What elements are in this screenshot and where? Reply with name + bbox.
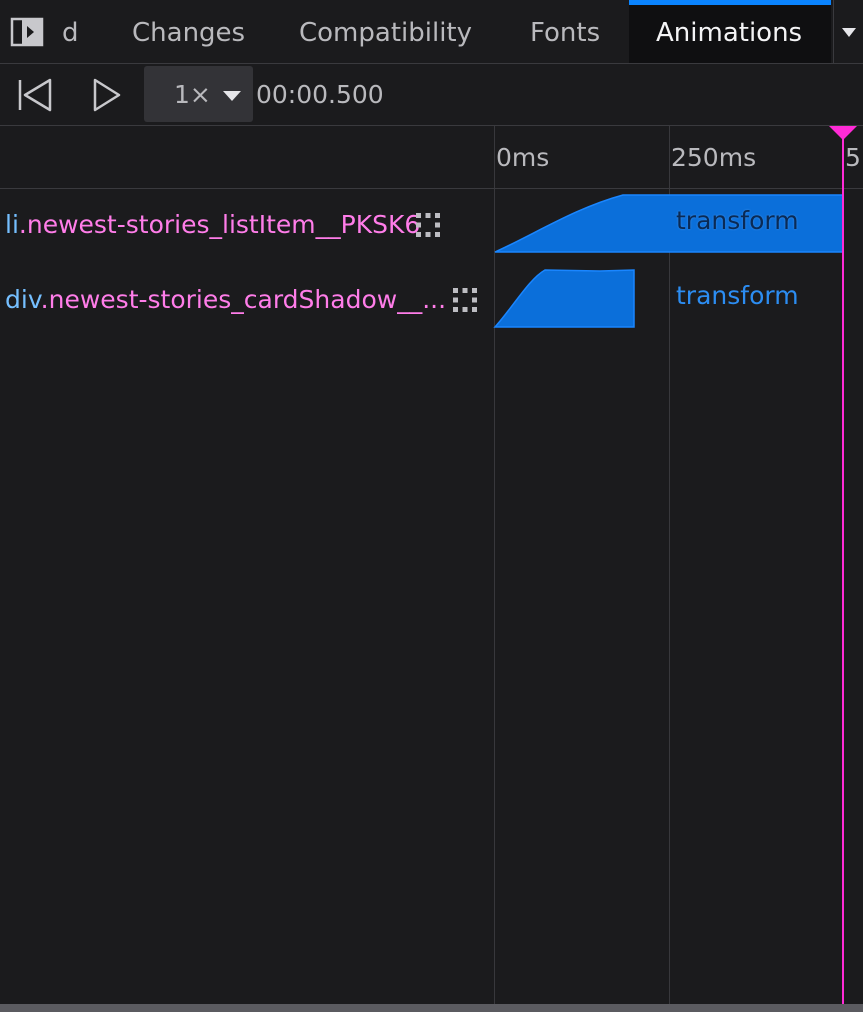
- tab-layout[interactable]: d: [62, 0, 79, 63]
- play-icon: [93, 78, 121, 112]
- devtools-tab-bar: d Changes Compatibility Fonts Animations: [0, 0, 863, 64]
- tab-changes[interactable]: Changes: [132, 0, 245, 63]
- playback-rate-value: 1×: [174, 80, 211, 109]
- rewind-button[interactable]: [17, 78, 53, 112]
- animation-row[interactable]: div.newest-stories_cardShadow__... trans…: [0, 263, 863, 338]
- horizontal-scrollbar[interactable]: [0, 1004, 863, 1012]
- chevron-down-icon: [223, 91, 241, 101]
- rewind-to-start-icon: [18, 78, 52, 112]
- animation-target[interactable]: li.newest-stories_listItem__PKSK6: [5, 188, 420, 262]
- chevron-down-icon: [842, 28, 856, 37]
- animation-target[interactable]: div.newest-stories_cardShadow__...: [5, 263, 446, 337]
- tab-fonts[interactable]: Fonts: [530, 0, 600, 63]
- animation-property-label: transform: [676, 281, 799, 310]
- timeline-scrubber[interactable]: [842, 134, 844, 1004]
- current-time-label: 00:00.500: [256, 80, 384, 109]
- node-highlighter-icon[interactable]: [452, 287, 478, 313]
- sidebar-toggle-icon[interactable]: [10, 16, 46, 48]
- playback-rate-select[interactable]: 1×: [144, 66, 253, 122]
- tick-label: 250ms: [671, 143, 757, 172]
- target-class: .newest-stories_cardShadow__...: [40, 285, 447, 314]
- tab-compatibility[interactable]: Compatibility: [299, 0, 472, 63]
- animation-toolbar: 1× 00:00.500: [0, 64, 863, 126]
- timeline-header[interactable]: 0ms 250ms 5(: [0, 126, 863, 189]
- scrubber-handle-icon[interactable]: [829, 126, 857, 140]
- tab-animations[interactable]: Animations: [629, 0, 831, 63]
- play-button[interactable]: [92, 78, 128, 112]
- target-tag: div: [5, 285, 41, 314]
- tick-label: 0ms: [496, 143, 550, 172]
- target-class: .newest-stories_listItem__PKSK6: [18, 210, 421, 239]
- target-tag: li: [5, 210, 19, 239]
- node-highlighter-icon[interactable]: [415, 212, 441, 238]
- animation-row[interactable]: li.newest-stories_listItem__PKSK6 transf…: [0, 188, 863, 263]
- tab-overflow-button[interactable]: [833, 0, 863, 63]
- animation-property-label: transform: [676, 206, 799, 235]
